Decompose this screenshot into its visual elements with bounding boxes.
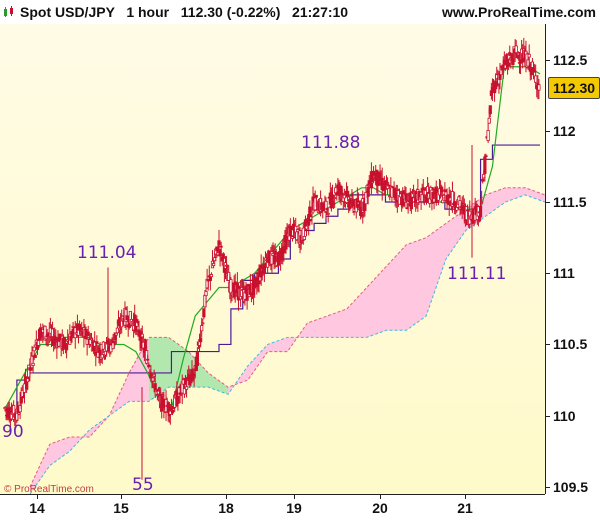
candle-body <box>487 117 491 124</box>
candle-body <box>484 155 488 158</box>
price-tick-mark <box>546 415 550 417</box>
candle-body <box>310 211 314 215</box>
price-tick-label: 112 <box>553 122 576 139</box>
candle-body <box>147 364 151 368</box>
price-tick-label: 110.5 <box>553 336 588 353</box>
current-price-badge: 112.30 <box>548 77 600 100</box>
candle-body <box>149 372 153 378</box>
time-tick-mark <box>380 495 381 499</box>
candle-body <box>342 194 346 199</box>
candle-body <box>32 346 36 352</box>
candle-body <box>486 130 490 141</box>
candle-body <box>199 337 203 343</box>
candle-body <box>488 105 492 115</box>
candle-body <box>176 397 180 404</box>
annotation-low-3: 111.11 <box>447 264 507 284</box>
chart-window: Spot USD/JPY 1 hour 112.30 (-0.22%) 21:2… <box>0 0 600 520</box>
annotation-low-1: 90 <box>2 422 24 442</box>
time-axis[interactable]: 14 15 18 19 20 21 <box>0 494 545 520</box>
price-tick-label: 109.5 <box>553 478 589 495</box>
candle-body <box>346 190 350 198</box>
time-tick-label: 19 <box>286 500 302 516</box>
time-tick-label: 20 <box>372 500 388 516</box>
candle-body <box>478 205 483 218</box>
candle-body <box>101 341 105 350</box>
price-tick-mark <box>546 273 550 275</box>
candle-body <box>480 201 484 204</box>
price-tick-label: 112.5 <box>553 51 588 68</box>
candle-body <box>340 192 344 196</box>
price-tick-mark <box>546 202 550 204</box>
candle-body <box>537 84 541 91</box>
candle-body <box>507 62 511 67</box>
candle-body <box>465 209 470 212</box>
candle-body <box>211 263 216 266</box>
candle-body <box>209 274 214 278</box>
candle-body <box>146 358 150 361</box>
time-tick-mark <box>37 495 38 499</box>
time-tick-label: 14 <box>29 500 45 516</box>
candle-body <box>202 308 206 318</box>
plot-area[interactable]: 111.04 111.88 111.11 90 55 <box>0 24 545 494</box>
candle-body <box>424 197 429 203</box>
candle-body <box>195 352 199 366</box>
candle-body <box>333 197 337 199</box>
annotation-low-2: 55 <box>132 475 154 494</box>
time-tick-label: 18 <box>218 500 234 516</box>
candle-body <box>184 386 189 390</box>
candle-body <box>514 45 518 54</box>
candle-body <box>217 240 221 246</box>
candle-body <box>534 75 538 83</box>
time-tick-mark <box>226 495 227 499</box>
price-tick-mark <box>546 486 550 488</box>
chart-title: Spot USD/JPY 1 hour 112.30 (-0.22%) 21:2… <box>20 4 349 20</box>
time-tick-mark <box>121 495 122 499</box>
price-tick-label: 111 <box>553 265 575 282</box>
candle-body <box>326 212 330 215</box>
candle-body <box>170 409 175 414</box>
price-tick-mark <box>546 59 550 61</box>
annotation-high-1: 111.04 <box>77 243 137 263</box>
candle-body <box>302 235 306 240</box>
candle-body <box>314 194 318 198</box>
site-link[interactable]: www.ProRealTime.com <box>442 4 596 20</box>
annotation-high-2: 111.88 <box>301 133 361 153</box>
candle-body <box>36 340 41 346</box>
chart-header: Spot USD/JPY 1 hour 112.30 (-0.22%) 21:2… <box>0 0 600 24</box>
price-tick-label: 110 <box>553 407 576 424</box>
candle-body <box>31 362 35 366</box>
candle-body <box>330 194 335 198</box>
time-tick-mark <box>294 495 295 499</box>
candle-body <box>304 225 309 230</box>
candle-body <box>441 199 445 204</box>
candle-body <box>95 341 99 344</box>
price-tick-label: 111.5 <box>553 194 587 211</box>
candle-body <box>200 325 204 332</box>
candle-body <box>527 53 531 58</box>
candle-body <box>481 178 485 182</box>
candle-body <box>262 264 266 273</box>
candle-body <box>65 344 69 351</box>
candlestick-logo-icon <box>4 6 13 17</box>
candle-body <box>33 354 37 358</box>
candle-body <box>204 291 208 297</box>
candle-body <box>201 322 205 325</box>
time-tick-mark <box>465 495 466 499</box>
time-tick-label: 15 <box>113 500 129 516</box>
time-tick-label: 21 <box>457 500 473 516</box>
candle-body <box>483 156 487 174</box>
candle-body <box>229 279 233 294</box>
candle-body <box>343 202 348 205</box>
candle-body <box>219 245 223 248</box>
candle-body <box>221 253 225 259</box>
price-tick-mark <box>546 130 550 132</box>
price-tick-mark <box>546 344 550 346</box>
